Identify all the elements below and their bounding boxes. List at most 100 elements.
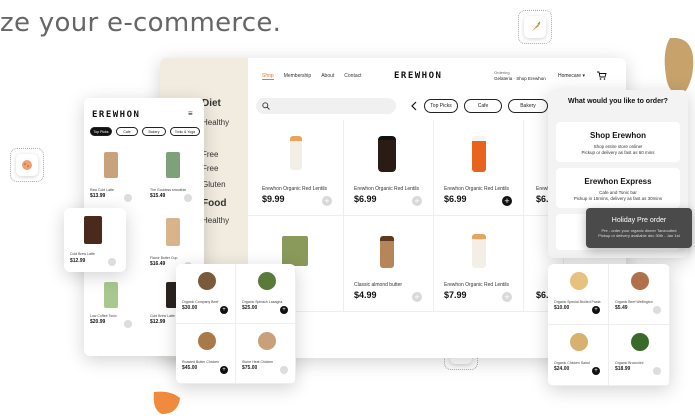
food-card[interactable]: Organic Company Beef $30.00 + (176, 264, 236, 324)
sidebar-option[interactable]: Free (202, 164, 218, 173)
product-price: $4.99 (354, 290, 377, 300)
sidebar-option[interactable]: Gluten (202, 180, 226, 189)
nav-link-membership[interactable]: Membership (284, 73, 312, 79)
option-title: Erewhon Express (584, 177, 652, 186)
mobile-chip-tonic[interactable]: Tonic & Yoga (170, 127, 200, 136)
product-card[interactable]: Erewhon Organic Red Lentils $9.99 + (248, 120, 344, 216)
food-card[interactable]: Organic Special Broiled Pasta $10.00 + (548, 264, 609, 325)
add-button[interactable]: + (220, 306, 228, 314)
product-price: $15.49 (150, 193, 166, 199)
food-image (631, 272, 649, 290)
add-button[interactable] (108, 258, 116, 266)
food-name: Organic Beef Wellington (615, 300, 653, 304)
food-price: $5.49 (615, 305, 628, 311)
sidebar-heading: Food (202, 198, 227, 209)
product-image (378, 136, 396, 172)
product-card[interactable]: Erewhon Organic Red Lentils $7.99 + (434, 216, 524, 312)
add-button[interactable] (124, 320, 132, 328)
food-card[interactable]: Organic Beef Wellington $5.49 (609, 264, 670, 325)
add-button[interactable] (653, 367, 661, 375)
option-title: Shop Erewhon (590, 131, 646, 140)
food-name: Organic Special Broiled Pasta (554, 300, 601, 304)
food-card[interactable]: Organic Broccolini $18.99 (609, 325, 670, 386)
food-card[interactable]: Stone Heat Chicken $75.00 (236, 324, 296, 384)
mobile-chip-cafe[interactable]: Cafe (116, 127, 138, 136)
brand-logo[interactable]: EREWHON (394, 71, 442, 81)
search-input[interactable] (256, 98, 396, 114)
sidebar-option[interactable]: Healthy (202, 216, 229, 225)
food-card[interactable]: Organic Spinach Lasagna $25.00 + (236, 264, 296, 324)
sidebar-option[interactable]: Healthy (202, 118, 229, 127)
product-card[interactable]: Erewhon Organic Red Lentils $6.99 + (434, 120, 524, 216)
chevron-left-icon[interactable] (410, 101, 418, 111)
erewhon-express-option[interactable]: Erewhon Express Cafe and Tonic bar Picku… (556, 168, 680, 208)
mobile-chip-bakery[interactable]: Bakery (142, 127, 166, 136)
food-name: Organic Broccolini (615, 361, 644, 365)
holiday-preorder-option[interactable]: Holiday Pre order Pre - order your organ… (586, 208, 692, 248)
ordering-location[interactable]: Gelateria · Shop Erewhon (494, 76, 546, 81)
add-button[interactable]: + (502, 196, 512, 206)
add-button[interactable]: + (322, 196, 332, 206)
order-panel-title: What would you like to order? (568, 98, 668, 105)
homecare-dropdown[interactable]: Homecare ▾ (558, 73, 585, 79)
product-card[interactable]: Classic almond butter $4.99 + (344, 216, 434, 312)
add-button[interactable] (280, 366, 288, 374)
product-image (282, 236, 308, 266)
chip-bakery[interactable]: Bakery (508, 99, 548, 113)
product-price: $20.99 (90, 319, 106, 325)
product-image (84, 216, 102, 244)
add-button[interactable]: + (280, 306, 288, 314)
food-price: $24.00 (554, 366, 570, 372)
product-image (104, 152, 118, 178)
chip-top-picks[interactable]: Top Picks (424, 99, 458, 113)
mobile-chip-top-picks[interactable]: Top Picks (90, 127, 112, 136)
food-name: Roasted Butter Chicken (182, 360, 219, 364)
mobile-product-card[interactable]: Raw Cold Latte $13.99 (84, 144, 142, 208)
cookie-badge (10, 148, 44, 182)
ordering-label: Ordering (494, 70, 510, 75)
product-name: Raw Cold Latte (90, 188, 114, 192)
option-line2: Pickup in 15mins, delivery as fast as 30… (573, 196, 663, 201)
add-button[interactable] (184, 194, 192, 202)
sidebar-option[interactable]: Free (202, 150, 218, 159)
product-card[interactable]: Erewhon Organic Red Lentils $6.99 + (344, 120, 434, 216)
nav-link-about[interactable]: About (321, 73, 334, 79)
product-image (166, 218, 180, 246)
chip-cafe[interactable]: Cafe (464, 99, 502, 113)
add-button[interactable] (653, 306, 661, 314)
food-card[interactable]: Organic Chicken Salad $24.00 + (548, 325, 609, 386)
prepared-food-grid: Organic Special Broiled Pasta $10.00 + O… (548, 264, 670, 386)
product-price: $16.49 (150, 261, 166, 267)
product-price: $9.99 (262, 194, 285, 204)
food-price: $10.00 (554, 305, 570, 311)
product-name: Erewhon Organic Red Lentils (262, 186, 328, 192)
tan-blob-shape (664, 37, 694, 96)
shop-erewhon-option[interactable]: Shop Erewhon Shop entire store online! P… (556, 122, 680, 162)
add-button[interactable]: + (412, 292, 422, 302)
add-button[interactable]: + (592, 306, 600, 314)
mobile-product-card[interactable]: Low Coffee Tonic $20.99 (84, 274, 142, 334)
nav-link-shop[interactable]: Shop (262, 73, 274, 80)
product-image (380, 236, 394, 268)
menu-icon[interactable]: ≡ (188, 110, 193, 118)
product-name: Erewhon Organic Red Lentils (354, 186, 420, 192)
holiday-title: Holiday Pre order (611, 217, 667, 224)
food-card[interactable]: Roasted Butter Chicken $45.00 + (176, 324, 236, 384)
food-name: Stone Heat Chicken (242, 360, 274, 364)
add-button[interactable]: + (412, 196, 422, 206)
orange-blob-shape (153, 391, 180, 414)
add-button[interactable]: + (592, 367, 600, 375)
cart-icon[interactable] (596, 70, 607, 81)
search-icon (262, 102, 270, 110)
food-image (258, 272, 276, 290)
nav-link-contact[interactable]: Contact (344, 73, 361, 79)
food-price: $30.00 (182, 305, 198, 311)
food-image (631, 333, 649, 351)
add-button[interactable]: + (502, 292, 512, 302)
mobile-product-card[interactable]: The Goddess smoothie $15.49 (144, 144, 202, 208)
floating-product-card[interactable]: Cold Brew Latte $12.99 (64, 208, 126, 272)
product-price: $12.99 (150, 319, 166, 325)
add-button[interactable]: + (220, 366, 228, 374)
mobile-brand-logo[interactable]: EREWHON (92, 110, 140, 120)
add-button[interactable] (124, 194, 132, 202)
